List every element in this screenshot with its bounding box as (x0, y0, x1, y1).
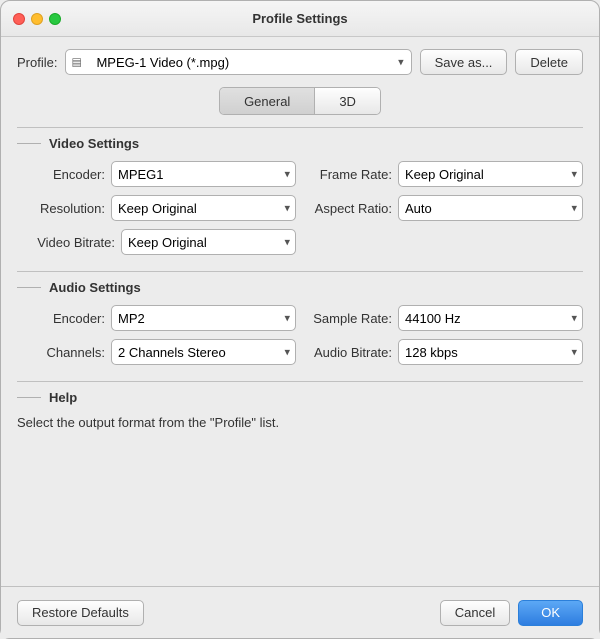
audio-encoder-select-wrapper: MP2 MP3 AAC AC3 (111, 305, 296, 331)
frame-rate-select[interactable]: Keep Original 23.976 24 25 29.97 30 50 6… (398, 161, 583, 187)
channels-row: Channels: 2 Channels Stereo 1 Channel Mo… (25, 339, 296, 365)
sample-rate-select-wrapper: 44100 Hz 22050 Hz 48000 Hz 96000 Hz (398, 305, 583, 331)
profile-select-container: ▤ MPEG-1 Video (*.mpg) MPEG-2 Video (*.m… (65, 49, 411, 75)
aspect-ratio-row: Aspect Ratio: Auto 4:3 16:9 (312, 195, 583, 221)
resolution-label: Resolution: (25, 201, 105, 216)
help-section: Help Select the output format from the "… (17, 381, 583, 430)
help-header: Help (17, 390, 583, 405)
help-divider (17, 381, 583, 382)
tabs: General 3D (17, 87, 583, 115)
tab-group: General 3D (219, 87, 381, 115)
traffic-lights (13, 13, 61, 25)
video-divider (17, 127, 583, 128)
audio-form-grid: Encoder: MP2 MP3 AAC AC3 Sample Rate: (17, 305, 583, 365)
main-content: Profile: ▤ MPEG-1 Video (*.mpg) MPEG-2 V… (1, 37, 599, 586)
audio-bitrate-row: Audio Bitrate: 128 kbps 64 kbps 192 kbps… (312, 339, 583, 365)
encoder-label: Encoder: (25, 167, 105, 182)
video-bitrate-label: Video Bitrate: (25, 235, 115, 250)
audio-encoder-row: Encoder: MP2 MP3 AAC AC3 (25, 305, 296, 331)
help-text: Select the output format from the "Profi… (17, 415, 583, 430)
window: Profile Settings Profile: ▤ MPEG-1 Video… (0, 0, 600, 639)
resolution-row: Resolution: Keep Original 320x240 640x48… (25, 195, 296, 221)
audio-bitrate-select-wrapper: 128 kbps 64 kbps 192 kbps 256 kbps 320 k… (398, 339, 583, 365)
audio-settings-header: Audio Settings (17, 280, 583, 295)
maximize-button[interactable] (49, 13, 61, 25)
sample-rate-row: Sample Rate: 44100 Hz 22050 Hz 48000 Hz … (312, 305, 583, 331)
sample-rate-label: Sample Rate: (312, 311, 392, 326)
video-settings-section: Video Settings Encoder: MPEG1 MPEG2 H.26… (17, 127, 583, 255)
close-button[interactable] (13, 13, 25, 25)
audio-encoder-label: Encoder: (25, 311, 105, 326)
aspect-ratio-select-wrapper: Auto 4:3 16:9 (398, 195, 583, 221)
video-form-grid: Encoder: MPEG1 MPEG2 H.264 H.265 Frame R… (17, 161, 583, 255)
audio-bitrate-label: Audio Bitrate: (312, 345, 392, 360)
profile-row: Profile: ▤ MPEG-1 Video (*.mpg) MPEG-2 V… (17, 49, 583, 75)
audio-settings-section: Audio Settings Encoder: MP2 MP3 AAC AC3 (17, 271, 583, 365)
restore-defaults-button[interactable]: Restore Defaults (17, 600, 144, 626)
audio-bitrate-select[interactable]: 128 kbps 64 kbps 192 kbps 256 kbps 320 k… (398, 339, 583, 365)
channels-label: Channels: (25, 345, 105, 360)
encoder-row: Encoder: MPEG1 MPEG2 H.264 H.265 (25, 161, 296, 187)
encoder-select[interactable]: MPEG1 MPEG2 H.264 H.265 (111, 161, 296, 187)
channels-select-wrapper: 2 Channels Stereo 1 Channel Mono 6 Chann… (111, 339, 296, 365)
video-settings-header: Video Settings (17, 136, 583, 151)
window-title: Profile Settings (252, 11, 347, 26)
audio-encoder-select[interactable]: MP2 MP3 AAC AC3 (111, 305, 296, 331)
video-bitrate-select[interactable]: Keep Original 500 kbps 1000 kbps 2000 kb… (121, 229, 296, 255)
sample-rate-select[interactable]: 44100 Hz 22050 Hz 48000 Hz 96000 Hz (398, 305, 583, 331)
bottom-right: Cancel OK (440, 600, 583, 626)
aspect-ratio-select[interactable]: Auto 4:3 16:9 (398, 195, 583, 221)
titlebar: Profile Settings (1, 1, 599, 37)
scroll-area: Video Settings Encoder: MPEG1 MPEG2 H.26… (17, 127, 583, 586)
resolution-select-wrapper: Keep Original 320x240 640x480 1280x720 1… (111, 195, 296, 221)
video-bitrate-select-wrapper: Keep Original 500 kbps 1000 kbps 2000 kb… (121, 229, 296, 255)
profile-label: Profile: (17, 55, 57, 70)
resolution-select[interactable]: Keep Original 320x240 640x480 1280x720 1… (111, 195, 296, 221)
video-bitrate-row: Video Bitrate: Keep Original 500 kbps 10… (25, 229, 296, 255)
minimize-button[interactable] (31, 13, 43, 25)
channels-select[interactable]: 2 Channels Stereo 1 Channel Mono 6 Chann… (111, 339, 296, 365)
cancel-button[interactable]: Cancel (440, 600, 510, 626)
profile-select[interactable]: MPEG-1 Video (*.mpg) MPEG-2 Video (*.mpg… (65, 49, 411, 75)
tab-general[interactable]: General (220, 88, 315, 114)
frame-rate-select-wrapper: Keep Original 23.976 24 25 29.97 30 50 6… (398, 161, 583, 187)
frame-rate-label: Frame Rate: (312, 167, 392, 182)
ok-button[interactable]: OK (518, 600, 583, 626)
save-as-button[interactable]: Save as... (420, 49, 508, 75)
delete-button[interactable]: Delete (515, 49, 583, 75)
audio-divider (17, 271, 583, 272)
tab-3d[interactable]: 3D (315, 88, 380, 114)
aspect-ratio-label: Aspect Ratio: (312, 201, 392, 216)
bottom-bar: Restore Defaults Cancel OK (1, 586, 599, 638)
frame-rate-row: Frame Rate: Keep Original 23.976 24 25 2… (312, 161, 583, 187)
encoder-select-wrapper: MPEG1 MPEG2 H.264 H.265 (111, 161, 296, 187)
